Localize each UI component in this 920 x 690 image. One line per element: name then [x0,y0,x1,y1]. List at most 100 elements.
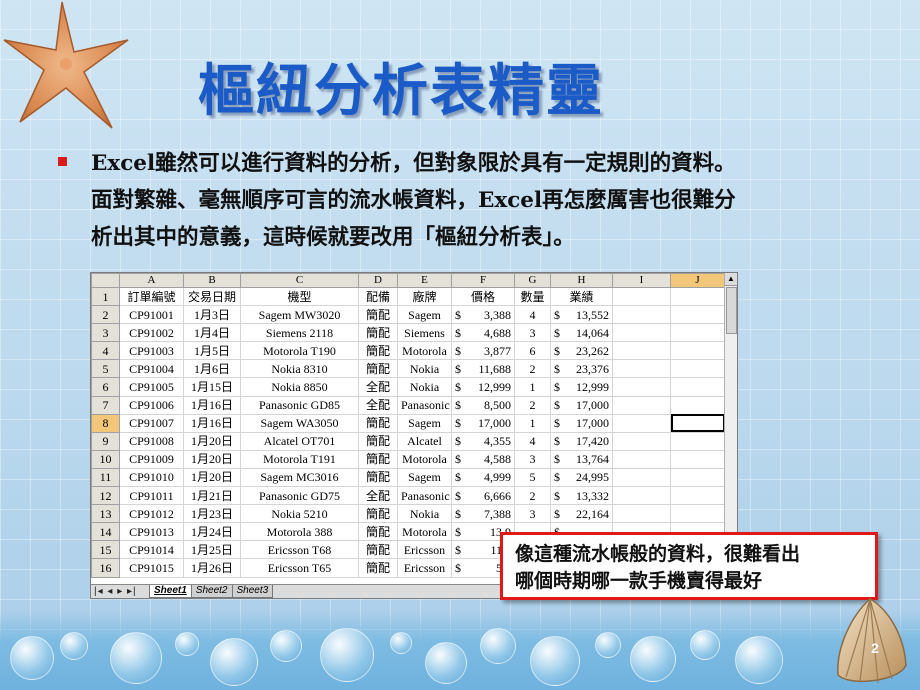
cell[interactable]: Sagem [397,305,452,325]
cell[interactable]: 簡配 [358,540,398,560]
cell[interactable]: Sagem WA3050 [240,413,359,433]
cell[interactable]: 2 [514,359,551,379]
cell[interactable] [612,486,671,506]
cell[interactable]: 1月23日 [183,504,241,524]
cell[interactable]: 2 [514,395,551,415]
cell[interactable]: CP91008 [119,431,184,451]
cell[interactable]: Ericsson T65 [240,558,359,578]
cell[interactable]: $17,420 [550,431,613,451]
cell[interactable]: 全配 [358,486,398,506]
row-header[interactable]: 2 [91,305,120,325]
scroll-thumb[interactable] [726,287,737,334]
cell[interactable] [670,341,725,361]
cell[interactable] [612,286,671,307]
cell[interactable]: Nokia 8850 [240,377,359,397]
column-header[interactable]: A [119,273,184,288]
cell[interactable]: $24,995 [550,467,613,488]
cell[interactable]: 簡配 [358,467,398,488]
cell[interactable] [670,486,725,506]
cell[interactable]: $4,355 [451,431,515,451]
cell[interactable]: 1 [514,377,551,397]
cell[interactable] [612,504,671,524]
column-header[interactable]: D [358,273,398,288]
cell[interactable]: 簡配 [358,341,398,361]
cell[interactable]: CP91006 [119,395,184,415]
cell[interactable] [612,323,671,343]
cell[interactable]: 1月16日 [183,413,241,433]
sheet-tab[interactable]: Sheet3 [231,585,274,598]
row-header[interactable]: 15 [91,540,120,560]
cell[interactable]: Siemens 2118 [240,323,359,343]
cell[interactable]: 1月21日 [183,486,241,506]
cell[interactable]: 4 [514,431,551,451]
column-header[interactable]: H [550,273,613,288]
cell[interactable]: $13,764 [550,449,613,469]
cell[interactable]: 簡配 [358,359,398,379]
cell[interactable] [612,449,671,469]
cell[interactable]: Alcatel OT701 [240,431,359,451]
cell[interactable] [612,377,671,397]
cell[interactable]: CP91015 [119,558,184,578]
cell[interactable]: Nokia [397,359,452,379]
cell[interactable]: $23,262 [550,341,613,361]
cell[interactable]: CP91011 [119,486,184,506]
row-header[interactable]: 16 [91,558,120,578]
cell[interactable]: 1 [514,413,551,433]
cell[interactable]: CP91005 [119,377,184,397]
cell[interactable]: CP91014 [119,540,184,560]
row-header[interactable]: 6 [91,377,120,397]
cell[interactable]: $4,588 [451,449,515,469]
cell[interactable]: 簡配 [358,558,398,578]
cell[interactable]: Sagem MC3016 [240,467,359,488]
sheet-tab[interactable]: Sheet2 [190,585,233,598]
header-cell[interactable]: 價格 [451,286,515,307]
cell[interactable]: Panasonic [397,486,452,506]
column-header[interactable]: G [514,273,551,288]
column-header[interactable]: B [183,273,241,288]
cell[interactable] [670,305,725,325]
cell[interactable]: Sagem [397,413,452,433]
column-header[interactable]: I [612,273,671,288]
cell[interactable]: $7,388 [451,504,515,524]
row-header[interactable]: 1 [91,286,120,307]
cell[interactable]: $11,688 [451,359,515,379]
cell[interactable]: Ericsson [397,540,452,560]
row-header[interactable]: 3 [91,323,120,343]
cell[interactable] [612,467,671,488]
cell[interactable] [612,413,671,433]
cell[interactable]: 全配 [358,395,398,415]
cell[interactable]: CP91002 [119,323,184,343]
column-header[interactable]: F [451,273,515,288]
sheet-tab[interactable]: Sheet1 [149,585,192,598]
select-all-corner[interactable] [91,273,120,288]
row-header[interactable]: 11 [91,467,120,488]
row-header[interactable]: 12 [91,486,120,506]
cell[interactable]: Panasonic GD85 [240,395,359,415]
cell[interactable]: 3 [514,323,551,343]
cell[interactable]: $22,164 [550,504,613,524]
cell[interactable] [670,504,725,524]
cell[interactable]: $23,376 [550,359,613,379]
cell[interactable]: CP91004 [119,359,184,379]
cell[interactable]: 1月16日 [183,395,241,415]
cell[interactable]: 簡配 [358,305,398,325]
cell[interactable]: 1月24日 [183,522,241,542]
cell[interactable]: 簡配 [358,504,398,524]
cell[interactable]: CP91007 [119,413,184,433]
cell[interactable]: $12,999 [451,377,515,397]
cell[interactable]: 6 [514,341,551,361]
cell[interactable]: 1月5日 [183,341,241,361]
cell[interactable]: 簡配 [358,431,398,451]
cell[interactable]: $17,000 [550,395,613,415]
header-cell[interactable]: 廠牌 [397,286,452,307]
cell[interactable] [612,395,671,415]
row-header[interactable]: 14 [91,522,120,542]
cell[interactable]: 1月20日 [183,431,241,451]
cell[interactable]: Panasonic GD75 [240,486,359,506]
header-cell[interactable]: 訂單編號 [119,286,184,307]
cell[interactable]: Sagem [397,467,452,488]
cell[interactable]: 簡配 [358,413,398,433]
cell[interactable]: Nokia 8310 [240,359,359,379]
column-header[interactable]: C [240,273,359,288]
row-header[interactable]: 4 [91,341,120,361]
